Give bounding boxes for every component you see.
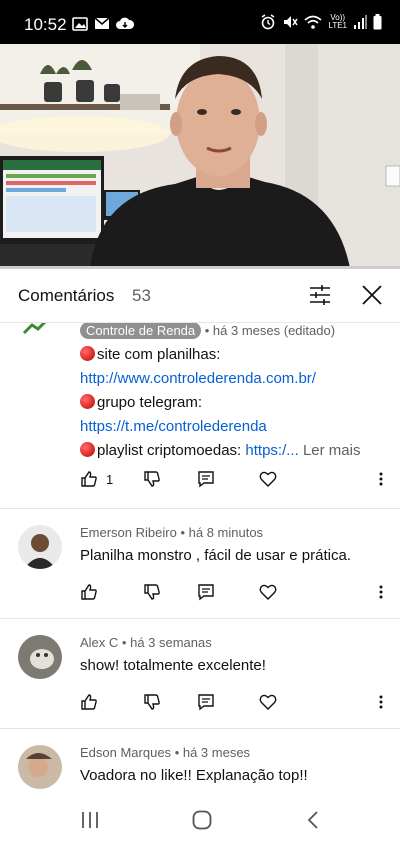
comments-list[interactable]: Controle de Renda • há 3 meses (editado)… [0,323,400,793]
thumbs-up-icon [81,694,97,710]
comment-link[interactable]: https://t.me/controlederenda [80,418,267,435]
system-nav-bar [0,793,400,846]
status-time: 10:52 [24,15,67,34]
thumbs-up-icon [81,471,97,487]
comment-item: Alex C • há 3 semanas show! totalmente e… [0,619,400,729]
dislike-button[interactable] [143,580,161,604]
comment-meta: Emerson Ribeiro • há 8 minutos [80,525,263,540]
comment-time: • há 3 meses (editado) [204,323,336,338]
red-circle-emoji [80,346,95,361]
thumbs-down-icon [144,584,160,600]
image-icon [72,17,88,31]
like-button[interactable]: 1 [80,467,113,491]
like-button[interactable] [80,580,98,604]
avatar[interactable] [18,525,62,569]
reply-button[interactable] [197,467,215,491]
comment-body: show! totalmente excelente! [80,657,266,674]
comment-actions [80,690,390,714]
comments-title: Comentários [18,286,115,305]
comment-item: Controle de Renda • há 3 meses (editado)… [0,323,400,509]
comment-meta: Controle de Renda • há 3 meses (editado) [80,323,336,339]
reply-icon [198,584,214,601]
recent-apps-icon[interactable] [78,809,102,831]
thumbs-up-icon [81,584,97,600]
more-vert-icon [379,695,383,709]
battery-icon [373,14,382,30]
avatar-image [18,635,62,679]
home-icon[interactable] [190,809,214,831]
more-vert-icon [379,472,383,486]
dislike-button[interactable] [143,690,161,714]
more-options-button[interactable] [372,467,390,491]
thumbs-down-icon [144,471,160,487]
wifi-icon [304,15,322,29]
video-frame [0,44,400,268]
like-count: 1 [106,471,114,487]
dislike-button[interactable] [143,467,161,491]
like-button[interactable] [80,690,98,714]
red-circle-emoji [80,442,95,457]
channel-logo-icon [22,323,52,335]
heart-button[interactable] [259,690,277,714]
status-left-icons [72,17,134,31]
comment-link[interactable]: https:/... [245,442,298,459]
more-options-button[interactable] [372,690,390,714]
comment-author[interactable]: Emerson Ribeiro [80,525,177,540]
comment-line: playlist criptomoedas: https:/... Ler ma… [80,439,386,463]
comment-line: https://t.me/controlederenda [80,415,386,439]
comment-line: site com planilhas: [80,343,386,367]
back-icon[interactable] [302,809,326,831]
avatar-image [18,745,62,789]
thumbs-down-icon [144,694,160,710]
comment-body: site com planilhas: http://www.controled… [80,343,386,463]
comment-line: http://www.controlederenda.com.br/ [80,367,386,391]
heart-icon [259,584,277,600]
comment-actions [80,580,390,604]
comment-author[interactable]: Edson Marques [80,745,171,760]
signal-icon [354,15,367,29]
comments-header: Comentários 53 [0,269,400,323]
avatar[interactable] [18,745,62,789]
mail-icon [94,17,110,29]
read-more-link[interactable]: Ler mais [303,442,361,459]
comment-item: Emerson Ribeiro • há 8 minutos Planilha … [0,509,400,619]
comment-time: • há 3 semanas [121,635,212,650]
reply-icon [198,471,214,488]
comment-link[interactable]: http://www.controlederenda.com.br/ [80,370,316,387]
sort-filter-icon[interactable] [306,281,334,309]
heart-button[interactable] [259,580,277,604]
status-bar: 10:52 Vo)) LTE1 [0,0,400,44]
network-label: Vo)) LTE1 [328,13,347,30]
comment-meta: Alex C • há 3 semanas [80,635,212,650]
cloud-icon [116,17,134,29]
comment-body: Planilha monstro , fácil de usar e práti… [80,547,351,564]
mute-icon [284,16,299,28]
more-options-button[interactable] [372,580,390,604]
comment-body: Voadora no like!! Explanação top!! [80,767,308,784]
avatar[interactable] [18,635,62,679]
alarm-icon [262,14,275,30]
comment-time: • há 3 meses [174,745,251,760]
avatar-image [18,525,62,569]
comment-author[interactable]: Alex C [80,635,118,650]
close-icon[interactable] [358,281,386,309]
comment-actions: 1 [80,467,390,491]
comment-author[interactable]: Controle de Renda [80,323,202,339]
reply-icon [198,694,214,711]
reply-button[interactable] [197,580,215,604]
channel-logo[interactable] [22,323,52,335]
comment-line: grupo telegram: [80,391,386,415]
status-right-icons: Vo)) LTE1 [260,14,382,30]
heart-button[interactable] [259,467,277,491]
heart-icon [259,694,277,710]
heart-icon [259,471,277,487]
comments-count: 53 [132,286,151,305]
more-vert-icon [379,585,383,599]
video-player[interactable] [0,44,400,268]
comment-time: • há 8 minutos [180,525,264,540]
comment-meta: Edson Marques • há 3 meses [80,745,250,760]
red-circle-emoji [80,394,95,409]
comment-item: Edson Marques • há 3 meses Voadora no li… [0,729,400,793]
reply-button[interactable] [197,690,215,714]
